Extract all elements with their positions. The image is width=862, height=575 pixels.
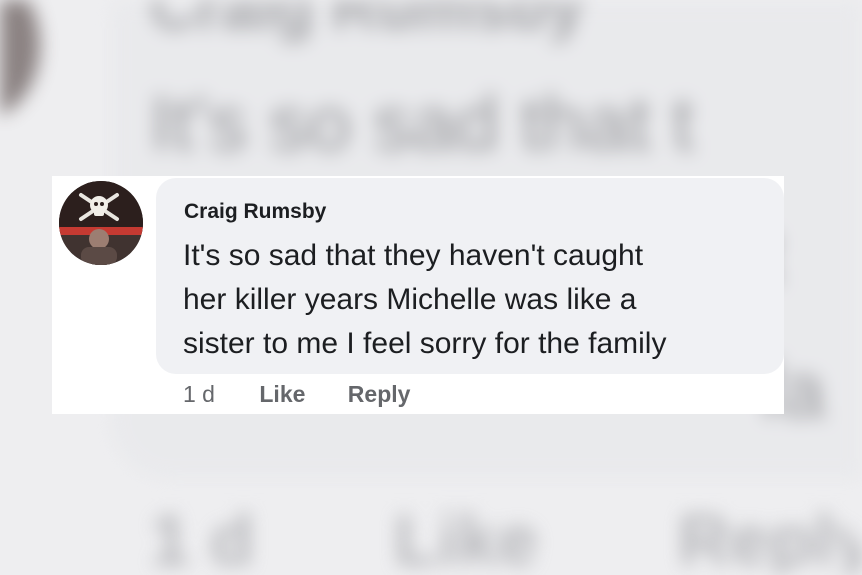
blurred-timestamp: 1 d bbox=[150, 501, 255, 575]
skull-crossbones-avatar-icon[interactable] bbox=[59, 181, 143, 265]
comment-card: Craig Rumsby It's so sad that they haven… bbox=[52, 176, 784, 414]
blurred-reply: Reply bbox=[678, 501, 862, 575]
blurred-comment-line: It's so sad that t bbox=[150, 79, 694, 167]
comment-actions: 1 d Like Reply bbox=[183, 381, 410, 408]
comment-text-line: It's so sad that they haven't caught bbox=[183, 239, 644, 272]
comment-author-name[interactable]: Craig Rumsby bbox=[184, 200, 326, 224]
comment-text: It's so sad that they haven't caught her… bbox=[183, 234, 773, 366]
blurred-like: Like bbox=[394, 501, 539, 575]
blurred-actions: 1 d Like Reply bbox=[150, 500, 862, 575]
blurred-author-name: Craig Rumsby bbox=[150, 0, 584, 43]
blurred-avatar bbox=[0, 0, 40, 120]
reply-button[interactable]: Reply bbox=[348, 381, 411, 407]
comment-bubble: Craig Rumsby It's so sad that they haven… bbox=[156, 178, 784, 374]
comment-text-line: sister to me I feel sorry for the family bbox=[183, 327, 667, 360]
like-button[interactable]: Like bbox=[259, 381, 305, 407]
comment-text-line: her killer years Michelle was like a bbox=[183, 283, 637, 316]
comment-timestamp[interactable]: 1 d bbox=[183, 381, 215, 407]
